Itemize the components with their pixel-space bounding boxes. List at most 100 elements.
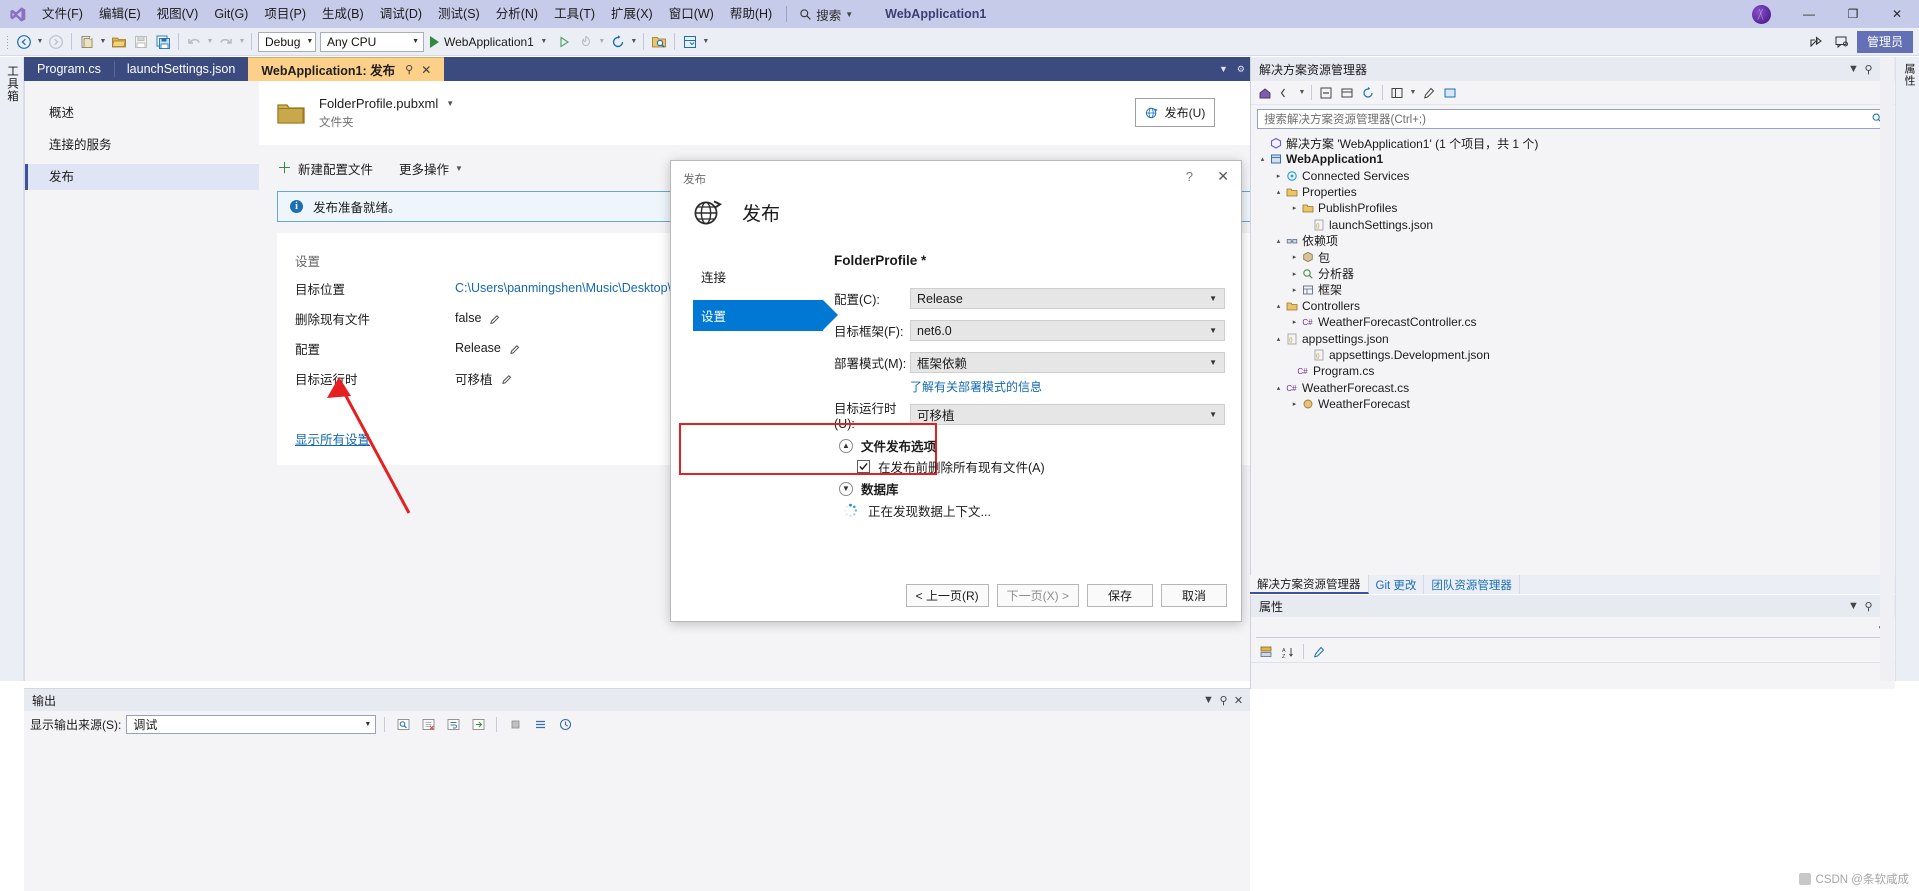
- expander-icon[interactable]: ▴: [1273, 335, 1284, 343]
- chevron-down-icon[interactable]: ▼: [1408, 89, 1418, 96]
- pin-icon[interactable]: ⚲: [1861, 600, 1876, 613]
- back-forward-icon[interactable]: [1276, 83, 1296, 103]
- properties-object-combo[interactable]: ▼: [1256, 620, 1890, 638]
- avatar[interactable]: [1752, 4, 1771, 24]
- expander-icon[interactable]: ▸: [1289, 270, 1300, 278]
- properties-page-icon[interactable]: [1309, 642, 1329, 662]
- tree-item-weatherforecast-cs[interactable]: ▴ C# WeatherForecast.cs: [1251, 379, 1895, 395]
- toolbox-strip[interactable]: 工具箱: [0, 57, 24, 681]
- find-icon[interactable]: [393, 714, 413, 734]
- nav-item-overview[interactable]: 概述: [25, 100, 259, 126]
- target-runtime-select[interactable]: 可移植 ▼: [910, 404, 1225, 425]
- feedback-icon[interactable]: [1831, 31, 1853, 53]
- home-icon[interactable]: [1255, 83, 1275, 103]
- maximize-button[interactable]: ❐: [1831, 0, 1875, 28]
- tab-program-cs[interactable]: Program.cs: [24, 57, 114, 81]
- help-icon[interactable]: ?: [1186, 169, 1193, 184]
- refresh-dropdown-icon[interactable]: ▼: [629, 38, 639, 45]
- tree-item-weatherforecast-class[interactable]: ▸ WeatherForecast: [1251, 396, 1895, 412]
- output-source-combo[interactable]: 调试 ▼: [126, 714, 377, 734]
- tree-item-analyzers[interactable]: ▸ 分析器: [1251, 265, 1895, 281]
- admin-badge[interactable]: 管理员: [1856, 30, 1913, 53]
- go-to-message-icon[interactable]: [468, 714, 488, 734]
- close-button[interactable]: ✕: [1875, 0, 1919, 28]
- menu-analyze[interactable]: 分析(N): [488, 0, 546, 28]
- expander-icon[interactable]: ▸: [1289, 400, 1300, 408]
- menu-edit[interactable]: 编辑(E): [91, 0, 149, 28]
- list-icon[interactable]: [530, 714, 550, 734]
- tree-item-properties[interactable]: ▴ Properties: [1251, 184, 1895, 200]
- menu-project[interactable]: 项目(P): [256, 0, 314, 28]
- menu-debug[interactable]: 调试(D): [372, 0, 430, 28]
- open-file-icon[interactable]: [108, 31, 130, 53]
- pencil-icon[interactable]: [501, 373, 513, 384]
- view-icon[interactable]: [1387, 83, 1407, 103]
- menu-view[interactable]: 视图(V): [149, 0, 207, 28]
- deployment-mode-link[interactable]: 了解有关部署模式的信息: [910, 378, 1225, 395]
- refresh-icon[interactable]: [607, 31, 629, 53]
- database-group[interactable]: ▼ 数据库: [839, 479, 899, 498]
- menu-window[interactable]: 窗口(W): [661, 0, 722, 28]
- bottom-tab-git-changes[interactable]: Git 更改: [1369, 575, 1425, 594]
- expander-icon[interactable]: ▴: [1273, 384, 1284, 392]
- expander-icon[interactable]: ▴: [1273, 237, 1284, 245]
- toolbar-overflow-icon[interactable]: ▼: [701, 38, 711, 45]
- target-framework-select[interactable]: net6.0 ▼: [910, 320, 1225, 341]
- tree-item-packages[interactable]: ▸ 包: [1251, 249, 1895, 265]
- properties-strip[interactable]: 属性: [1895, 57, 1919, 681]
- back-dropdown-icon[interactable]: ▼: [35, 38, 45, 45]
- expander-icon[interactable]: ▸: [1289, 204, 1300, 212]
- preview-icon[interactable]: [1440, 83, 1460, 103]
- delete-existing-files-checkbox-row[interactable]: 在发布前删除所有现有文件(A): [857, 457, 1045, 476]
- alphabetical-icon[interactable]: AZ: [1278, 642, 1298, 662]
- chevron-down-icon[interactable]: ▼: [446, 99, 454, 108]
- tab-webapplication1-publish[interactable]: WebApplication1: 发布 ⚲ ✕: [248, 57, 445, 81]
- pencil-icon[interactable]: [510, 343, 521, 354]
- chevron-down-icon[interactable]: ▼: [1219, 64, 1228, 74]
- folder-search-icon[interactable]: [648, 31, 670, 53]
- platform-combo[interactable]: Any CPU ▼: [320, 31, 424, 52]
- pencil-icon[interactable]: [490, 313, 501, 324]
- tree-item-weatherforecastcontroller-cs[interactable]: ▸ C# WeatherForecastController.cs: [1251, 314, 1895, 330]
- tree-item-publishprofiles[interactable]: ▸ PublishProfiles: [1251, 200, 1895, 216]
- expander-icon[interactable]: ▸: [1289, 318, 1300, 326]
- save-button[interactable]: 保存: [1087, 584, 1153, 607]
- categorized-icon[interactable]: [1256, 642, 1276, 662]
- chevron-down-icon[interactable]: ▼: [1846, 600, 1861, 612]
- delete-existing-files-checkbox[interactable]: [857, 460, 870, 473]
- expander-icon[interactable]: ▴: [1257, 155, 1268, 163]
- nav-item-connected-services[interactable]: 连接的服务: [25, 132, 259, 158]
- editor-scrollbar[interactable]: [1880, 57, 1894, 681]
- pin-icon[interactable]: ⚲: [405, 63, 413, 76]
- menu-file[interactable]: 文件(F): [34, 0, 91, 28]
- menu-help[interactable]: 帮助(H): [722, 0, 780, 28]
- menu-tools[interactable]: 工具(T): [546, 0, 603, 28]
- new-profile-action[interactable]: ＋ 新建配置文件: [277, 159, 373, 178]
- file-publish-options-group[interactable]: ▲ 文件发布选项: [839, 436, 936, 455]
- expander-icon[interactable]: ▴: [1273, 188, 1284, 196]
- tree-item-program-cs[interactable]: C# Program.cs: [1251, 363, 1895, 379]
- stop-icon[interactable]: [505, 714, 525, 734]
- tree-item-launchsettings-json[interactable]: {} launchSettings.json: [1251, 216, 1895, 232]
- tree-item-frameworks[interactable]: ▸ 框架: [1251, 282, 1895, 298]
- minimize-button[interactable]: —: [1787, 0, 1831, 28]
- expander-icon[interactable]: ▸: [1273, 172, 1284, 180]
- chevron-down-icon[interactable]: ▼: [839, 481, 853, 496]
- step-connection[interactable]: 连接: [693, 261, 853, 292]
- toolbar-grip[interactable]: [4, 33, 11, 50]
- toggle-wordwrap-icon[interactable]: [443, 714, 463, 734]
- expander-icon[interactable]: ▸: [1289, 253, 1300, 261]
- close-icon[interactable]: ✕: [421, 63, 431, 77]
- collapse-all-icon[interactable]: [1316, 83, 1336, 103]
- properties-icon[interactable]: [1419, 83, 1439, 103]
- solution-explorer-search[interactable]: 搜索解决方案资源管理器(Ctrl+;): [1257, 109, 1889, 129]
- close-icon[interactable]: ✕: [1231, 694, 1246, 707]
- hot-reload-dropdown-icon[interactable]: ▼: [597, 38, 607, 45]
- start-debugging-button[interactable]: WebApplication1 ▼: [426, 31, 553, 53]
- timestamp-icon[interactable]: [555, 714, 575, 734]
- new-item-icon[interactable]: [76, 31, 98, 53]
- menu-extensions[interactable]: 扩展(X): [603, 0, 661, 28]
- pin-icon[interactable]: ⚲: [1216, 694, 1231, 707]
- search-box[interactable]: 搜索 ▼: [793, 0, 859, 28]
- configuration-select[interactable]: Release ▼: [910, 288, 1225, 309]
